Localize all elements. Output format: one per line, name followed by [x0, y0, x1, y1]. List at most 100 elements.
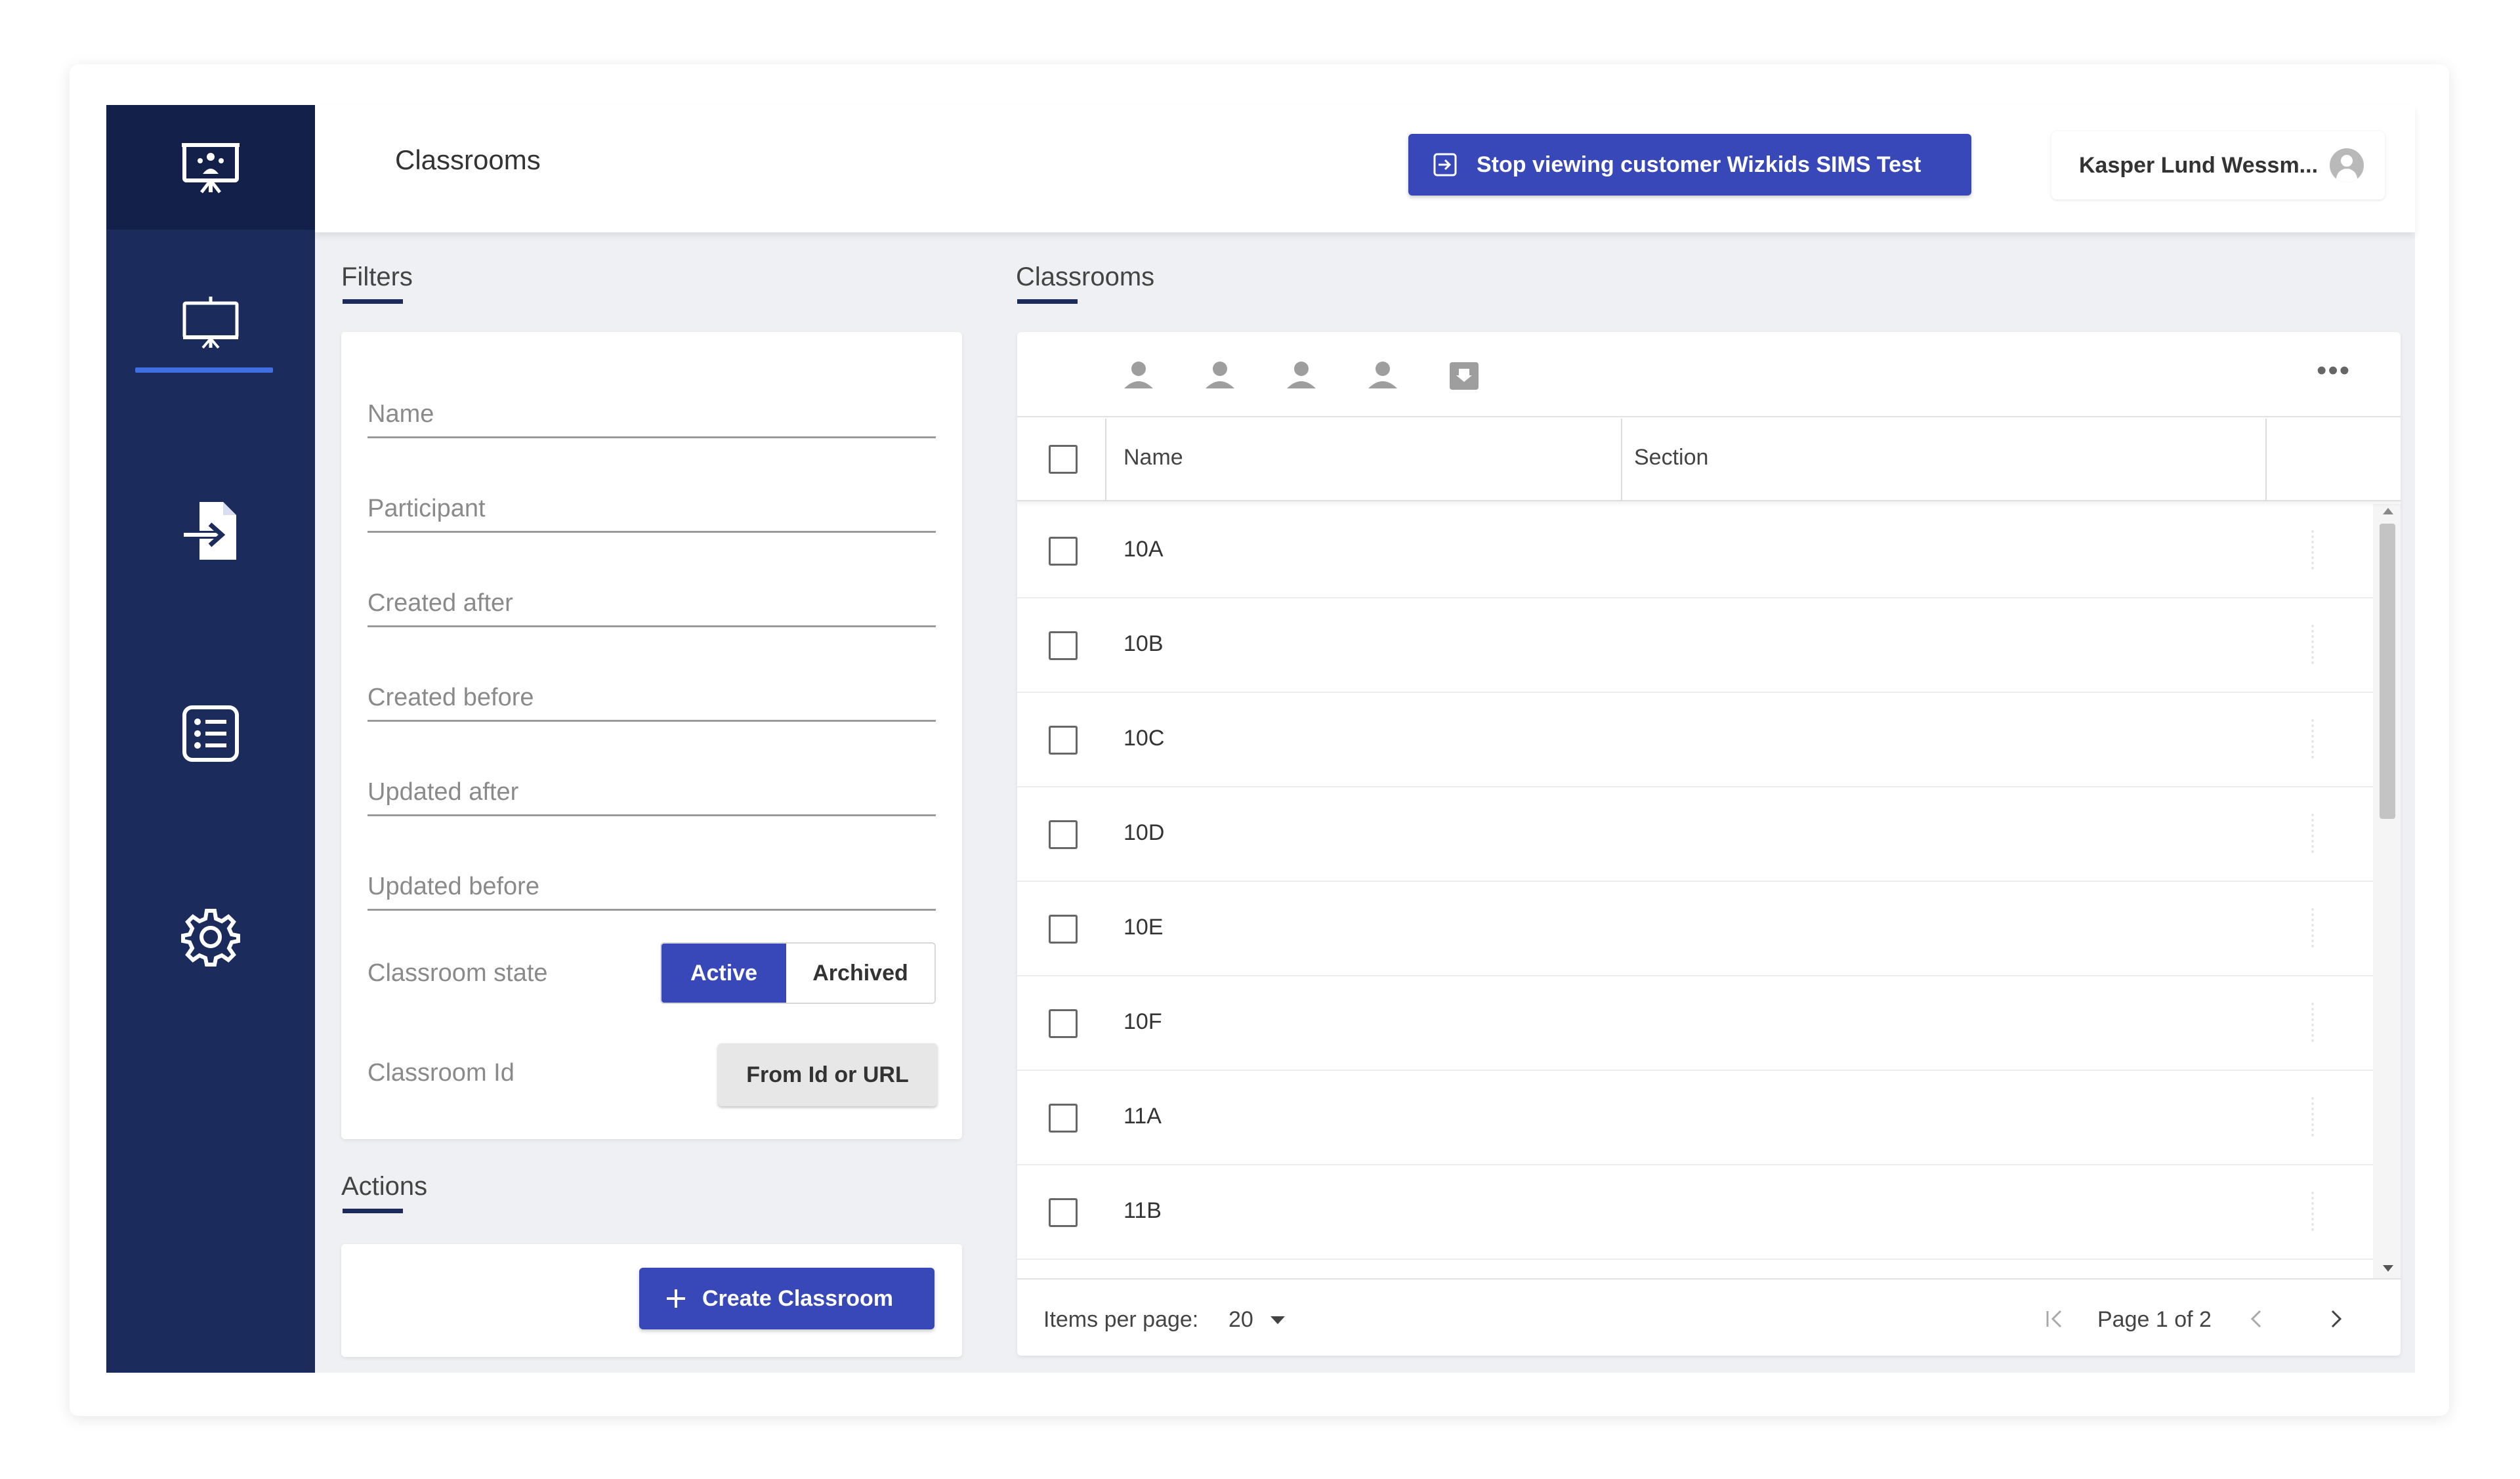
- filters-underline: [343, 299, 403, 304]
- table-row[interactable]: 11B: [1017, 1165, 2373, 1260]
- create-classroom-label: Create Classroom: [702, 1285, 894, 1311]
- name-filter-input[interactable]: [368, 400, 936, 428]
- state-archived-button[interactable]: Archived: [786, 944, 934, 1003]
- cell-name: 10A: [1124, 537, 1164, 562]
- table-body: 10A 10B 10C 10D 10E 10F 11A 11B: [1017, 504, 2373, 1260]
- plus-icon: [667, 1289, 685, 1308]
- import-file-icon[interactable]: [106, 495, 315, 567]
- sidebar: [106, 105, 315, 1373]
- created-after-input[interactable]: [368, 589, 936, 617]
- row-checkbox[interactable]: [1049, 1009, 1078, 1038]
- person-icon[interactable]: [1284, 360, 1319, 392]
- classrooms-underline: [1017, 299, 1078, 304]
- row-menu-icon[interactable]: [2311, 1003, 2315, 1042]
- classroom-board-icon[interactable]: [106, 291, 315, 354]
- table-row[interactable]: 10D: [1017, 787, 2373, 882]
- row-menu-icon[interactable]: [2311, 814, 2315, 853]
- scroll-down-icon[interactable]: [2383, 1265, 2393, 1272]
- row-menu-icon[interactable]: [2311, 1097, 2315, 1136]
- list-icon[interactable]: [106, 702, 315, 765]
- created-before-field: [368, 656, 936, 722]
- page-title: Classrooms: [395, 144, 541, 175]
- top-header: Classrooms Stop viewing customer Wizkids…: [315, 105, 2415, 232]
- select-all-checkbox[interactable]: [1049, 445, 1078, 474]
- cell-name: 10D: [1124, 820, 1165, 845]
- row-menu-icon[interactable]: [2311, 625, 2315, 664]
- column-divider: [1105, 419, 1106, 501]
- table-scrollbar[interactable]: [2373, 504, 2401, 1278]
- column-header-section[interactable]: Section: [1634, 445, 1708, 470]
- sidebar-active-indicator: [135, 367, 273, 373]
- updated-after-input[interactable]: [368, 778, 936, 806]
- table-row[interactable]: 10F: [1017, 976, 2373, 1071]
- participant-filter-input[interactable]: [368, 495, 936, 523]
- actions-heading: Actions: [341, 1172, 428, 1201]
- row-checkbox[interactable]: [1049, 631, 1078, 660]
- cell-name: 10B: [1124, 631, 1164, 656]
- from-id-or-url-button[interactable]: From Id or URL: [718, 1043, 937, 1106]
- actions-panel: Create Classroom: [341, 1244, 962, 1357]
- person-icon[interactable]: [1202, 360, 1238, 392]
- row-menu-icon[interactable]: [2311, 908, 2315, 948]
- items-per-page-select[interactable]: 20: [1228, 1307, 1253, 1333]
- updated-before-field: [368, 845, 936, 911]
- chevron-down-icon[interactable]: [1270, 1316, 1285, 1324]
- table-row[interactable]: 10E: [1017, 882, 2373, 976]
- row-checkbox[interactable]: [1049, 726, 1078, 755]
- create-classroom-button[interactable]: Create Classroom: [639, 1268, 934, 1329]
- scroll-up-icon[interactable]: [2383, 508, 2393, 514]
- person-icon[interactable]: [1365, 360, 1400, 392]
- created-before-input[interactable]: [368, 684, 936, 712]
- cell-name: 10F: [1124, 1009, 1162, 1034]
- more-options-icon[interactable]: •••: [2317, 354, 2351, 387]
- archive-icon[interactable]: [1446, 360, 1482, 392]
- table-row[interactable]: 11A: [1017, 1071, 2373, 1165]
- previous-page-icon[interactable]: [2243, 1306, 2269, 1332]
- updated-before-input[interactable]: [368, 873, 936, 901]
- stop-viewing-customer-button[interactable]: Stop viewing customer Wizkids SIMS Test: [1408, 134, 1971, 196]
- cell-name: 10C: [1124, 726, 1165, 751]
- person-icon[interactable]: [1121, 360, 1156, 392]
- column-header-name[interactable]: Name: [1124, 445, 1183, 470]
- table-row[interactable]: 10C: [1017, 693, 2373, 787]
- classroom-state-toggle: Active Archived: [660, 942, 936, 1004]
- page-indicator: Page 1 of 2: [2097, 1307, 2212, 1332]
- actions-underline: [343, 1209, 403, 1213]
- updated-after-field: [368, 751, 936, 816]
- cell-name: 11B: [1124, 1198, 1162, 1223]
- table-row[interactable]: 10B: [1017, 598, 2373, 693]
- presentation-logo-icon[interactable]: [106, 136, 315, 199]
- table-header: Name Section: [1017, 419, 2401, 501]
- scrollbar-thumb[interactable]: [2380, 524, 2395, 819]
- next-page-icon[interactable]: [2323, 1306, 2349, 1332]
- table-toolbar: •••: [1017, 332, 2401, 417]
- participant-filter-field: [368, 467, 936, 533]
- classroom-id-label: Classroom Id: [368, 1059, 514, 1087]
- first-page-icon[interactable]: [2041, 1306, 2067, 1332]
- items-per-page-label: Items per page:: [1043, 1307, 1199, 1332]
- state-active-button[interactable]: Active: [662, 944, 786, 1003]
- row-checkbox[interactable]: [1049, 915, 1078, 944]
- gear-icon[interactable]: [106, 904, 315, 970]
- column-divider: [1621, 419, 1622, 501]
- row-menu-icon[interactable]: [2311, 719, 2315, 759]
- row-checkbox[interactable]: [1049, 1104, 1078, 1133]
- cell-name: 10E: [1124, 915, 1164, 940]
- row-checkbox[interactable]: [1049, 1198, 1078, 1227]
- avatar-icon: [2330, 148, 2364, 182]
- filters-heading: Filters: [341, 262, 413, 291]
- classrooms-table: ••• Name Section 10A 10B 10C 10D 10E 10F…: [1017, 332, 2401, 1356]
- exit-icon: [1433, 153, 1457, 177]
- column-divider: [2265, 419, 2267, 501]
- user-menu[interactable]: Kasper Lund Wessm...: [2051, 131, 2385, 199]
- paginator: Items per page: 20 Page 1 of 2: [1017, 1278, 2401, 1356]
- stop-viewing-label: Stop viewing customer Wizkids SIMS Test: [1477, 152, 1922, 177]
- user-name: Kasper Lund Wessm...: [2079, 152, 2319, 178]
- row-checkbox[interactable]: [1049, 820, 1078, 849]
- filters-panel: Classroom state Active Archived Classroo…: [341, 332, 962, 1139]
- row-menu-icon[interactable]: [2311, 530, 2315, 570]
- row-menu-icon[interactable]: [2311, 1192, 2315, 1231]
- row-checkbox[interactable]: [1049, 537, 1078, 566]
- table-row[interactable]: 10A: [1017, 504, 2373, 598]
- classroom-state-label: Classroom state: [368, 959, 548, 987]
